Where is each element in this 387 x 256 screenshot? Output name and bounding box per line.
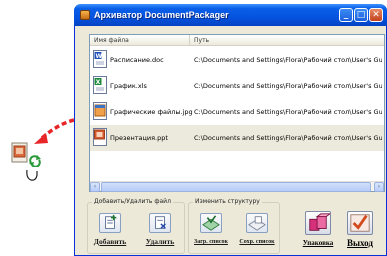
load-list-icon (200, 213, 222, 233)
svg-text:X: X (96, 79, 101, 86)
scroll-right-button[interactable]: › (374, 182, 384, 192)
packager-window: Архиватор DocumentPackager _ □ ✕ Имя фай… (74, 4, 387, 256)
remove-file-icon (149, 213, 171, 233)
list-header: Имя файла Путь (90, 35, 384, 46)
app-icon (80, 10, 90, 20)
remove-file-button[interactable]: Удалить (140, 213, 180, 251)
list-item[interactable]: Графические файлы.jpg C:\Documents and S… (90, 99, 384, 125)
excel-xls-icon: X (93, 76, 107, 94)
file-group: Добавить/Удалить файл Добавить Удалить (87, 198, 185, 254)
exit-label: Выход (347, 238, 373, 248)
save-list-icon (246, 213, 268, 233)
list-item-selected[interactable]: Презентация.ppt C:\Documents and Setting… (90, 125, 384, 151)
minimize-button[interactable]: _ (339, 8, 353, 22)
window-title: Архиватор DocumentPackager (94, 10, 229, 20)
hand-cursor-icon (26, 169, 38, 181)
save-list-label: Сохр. список (239, 239, 275, 245)
file-name: График.xls (110, 82, 147, 90)
close-button[interactable]: ✕ (369, 8, 383, 22)
file-name: Расписание.doc (110, 56, 164, 64)
list-item[interactable]: W Расписание.doc C:\Documents and Settin… (90, 47, 384, 73)
dragged-ppt-file-icon (11, 142, 28, 163)
file-path: C:\Documents and Settings\Flora\Рабочий … (194, 56, 382, 64)
file-path: C:\Documents and Settings\Flora\Рабочий … (194, 82, 382, 90)
structure-group-title: Изменить структуру (193, 198, 262, 205)
file-path: C:\Documents and Settings\Flora\Рабочий … (194, 108, 382, 116)
file-group-title: Добавить/Удалить файл (92, 198, 173, 205)
powerpoint-ppt-icon (93, 128, 107, 146)
scroll-left-button[interactable]: ‹ (90, 182, 100, 192)
file-name: Презентация.ppt (110, 134, 168, 142)
svg-text:W: W (96, 53, 103, 60)
file-name: Графические файлы.jpg (110, 108, 193, 116)
horizontal-scrollbar[interactable]: ‹ › (90, 181, 384, 192)
file-path: C:\Documents and Settings\Flora\Рабочий … (194, 134, 382, 142)
add-file-label: Добавить (93, 237, 127, 246)
remove-file-label: Удалить (145, 237, 175, 246)
structure-group: Изменить структуру Загр. список Сохр. сп… (188, 198, 280, 254)
title-bar[interactable]: Архиватор DocumentPackager _ □ ✕ (74, 4, 387, 26)
pack-button[interactable]: Упаковка (298, 211, 338, 251)
checkmark-icon (347, 211, 373, 235)
scroll-thumb[interactable] (101, 182, 371, 192)
column-header-filename[interactable]: Имя файла (90, 35, 190, 46)
maximize-button[interactable]: □ (354, 8, 368, 22)
load-list-button[interactable]: Загр. список (191, 213, 231, 251)
list-item[interactable]: X График.xls C:\Documents and Settings\F… (90, 73, 384, 99)
add-file-button[interactable]: Добавить (90, 213, 130, 251)
window-controls: _ □ ✕ (339, 8, 383, 22)
drag-arrow-icon (34, 118, 75, 144)
column-header-path[interactable]: Путь (190, 35, 384, 46)
add-file-icon (99, 213, 121, 233)
image-jpg-icon (93, 102, 107, 120)
save-list-button[interactable]: Сохр. список (237, 213, 277, 251)
load-list-label: Загр. список (194, 239, 228, 245)
pack-label: Упаковка (302, 239, 334, 247)
drag-drop-illustration (6, 118, 75, 188)
exit-button[interactable]: Выход (340, 211, 380, 251)
pack-boxes-icon (305, 211, 331, 235)
file-list[interactable]: Имя файла Путь W Расписание.doc C:\Docum… (89, 34, 385, 192)
word-doc-icon: W (93, 50, 107, 68)
